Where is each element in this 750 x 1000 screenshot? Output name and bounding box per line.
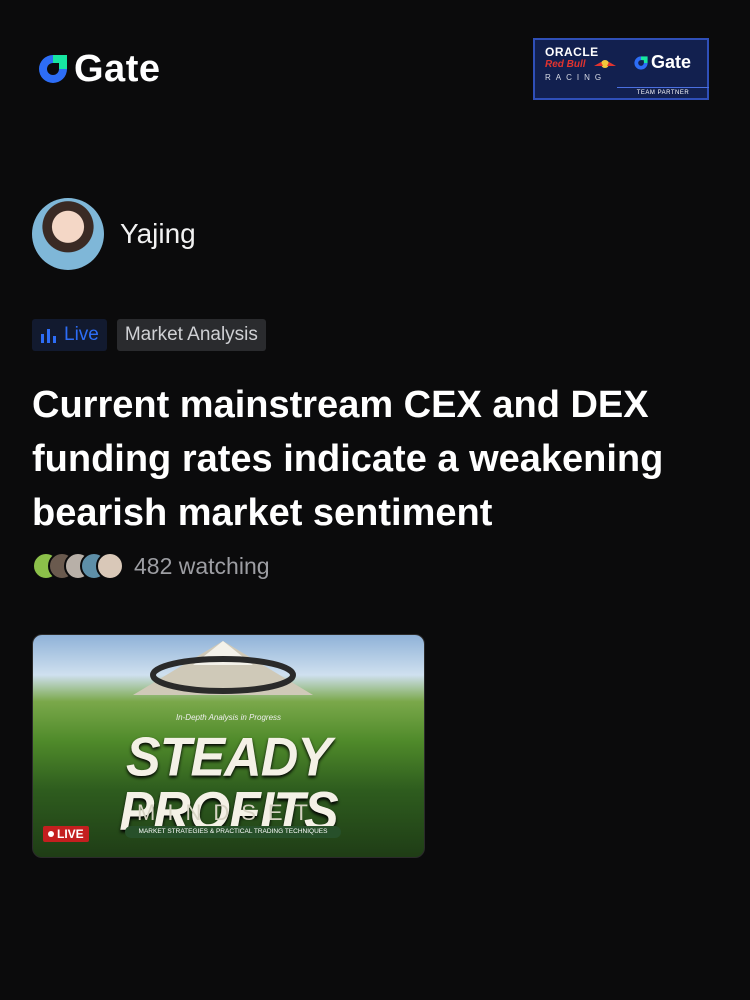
watch-count: 482 watching bbox=[134, 552, 270, 579]
thumbnail-strip: MARKET STRATEGIES & PRACTICAL TRADING TE… bbox=[125, 826, 341, 838]
thumbnail-caption: In-Depth Analysis in Progress bbox=[175, 713, 282, 722]
thumbnail-subheadline: MINDSET bbox=[137, 800, 320, 825]
partner-racing-text: RACING bbox=[545, 73, 607, 82]
gate-logo-text: Gate bbox=[74, 48, 161, 90]
tag-row: Live Market Analysis bbox=[32, 319, 266, 351]
category-tag[interactable]: Market Analysis bbox=[116, 319, 266, 351]
live-dot-icon bbox=[48, 831, 54, 837]
host-name[interactable]: Yajing bbox=[120, 218, 196, 250]
watchers-row: 482 watching bbox=[32, 552, 270, 580]
partner-redbull-text: Red Bull bbox=[545, 59, 586, 70]
team-partner-caption: TEAM PARTNER bbox=[617, 87, 709, 98]
stream-thumbnail[interactable]: In-Depth Analysis in Progress STEADY PRO… bbox=[32, 634, 425, 858]
live-badge: LIVE bbox=[43, 826, 89, 842]
watcher-avatar bbox=[96, 552, 124, 580]
bar-chart-icon bbox=[41, 329, 56, 343]
gate-logo[interactable]: Gate bbox=[36, 50, 160, 88]
stream-title: Current mainstream CEX and DEX funding r… bbox=[32, 384, 664, 534]
partner-oracle-text: ORACLE bbox=[545, 45, 599, 59]
live-tag-label: Live bbox=[64, 324, 99, 345]
partner-gate-text: Gate bbox=[651, 52, 692, 72]
red-bull-icon bbox=[594, 60, 616, 68]
gate-logo-icon bbox=[39, 55, 67, 83]
team-partner-banner: ORACLE Red Bull RACING Gate TEAM PARTNER bbox=[533, 38, 709, 100]
gate-logo-small-icon bbox=[634, 55, 648, 70]
live-tag: Live bbox=[32, 319, 107, 351]
partner-gate-logo: Gate bbox=[633, 52, 691, 73]
live-badge-label: LIVE bbox=[57, 827, 84, 841]
mountain-image bbox=[133, 641, 313, 695]
host-avatar[interactable] bbox=[32, 198, 104, 270]
